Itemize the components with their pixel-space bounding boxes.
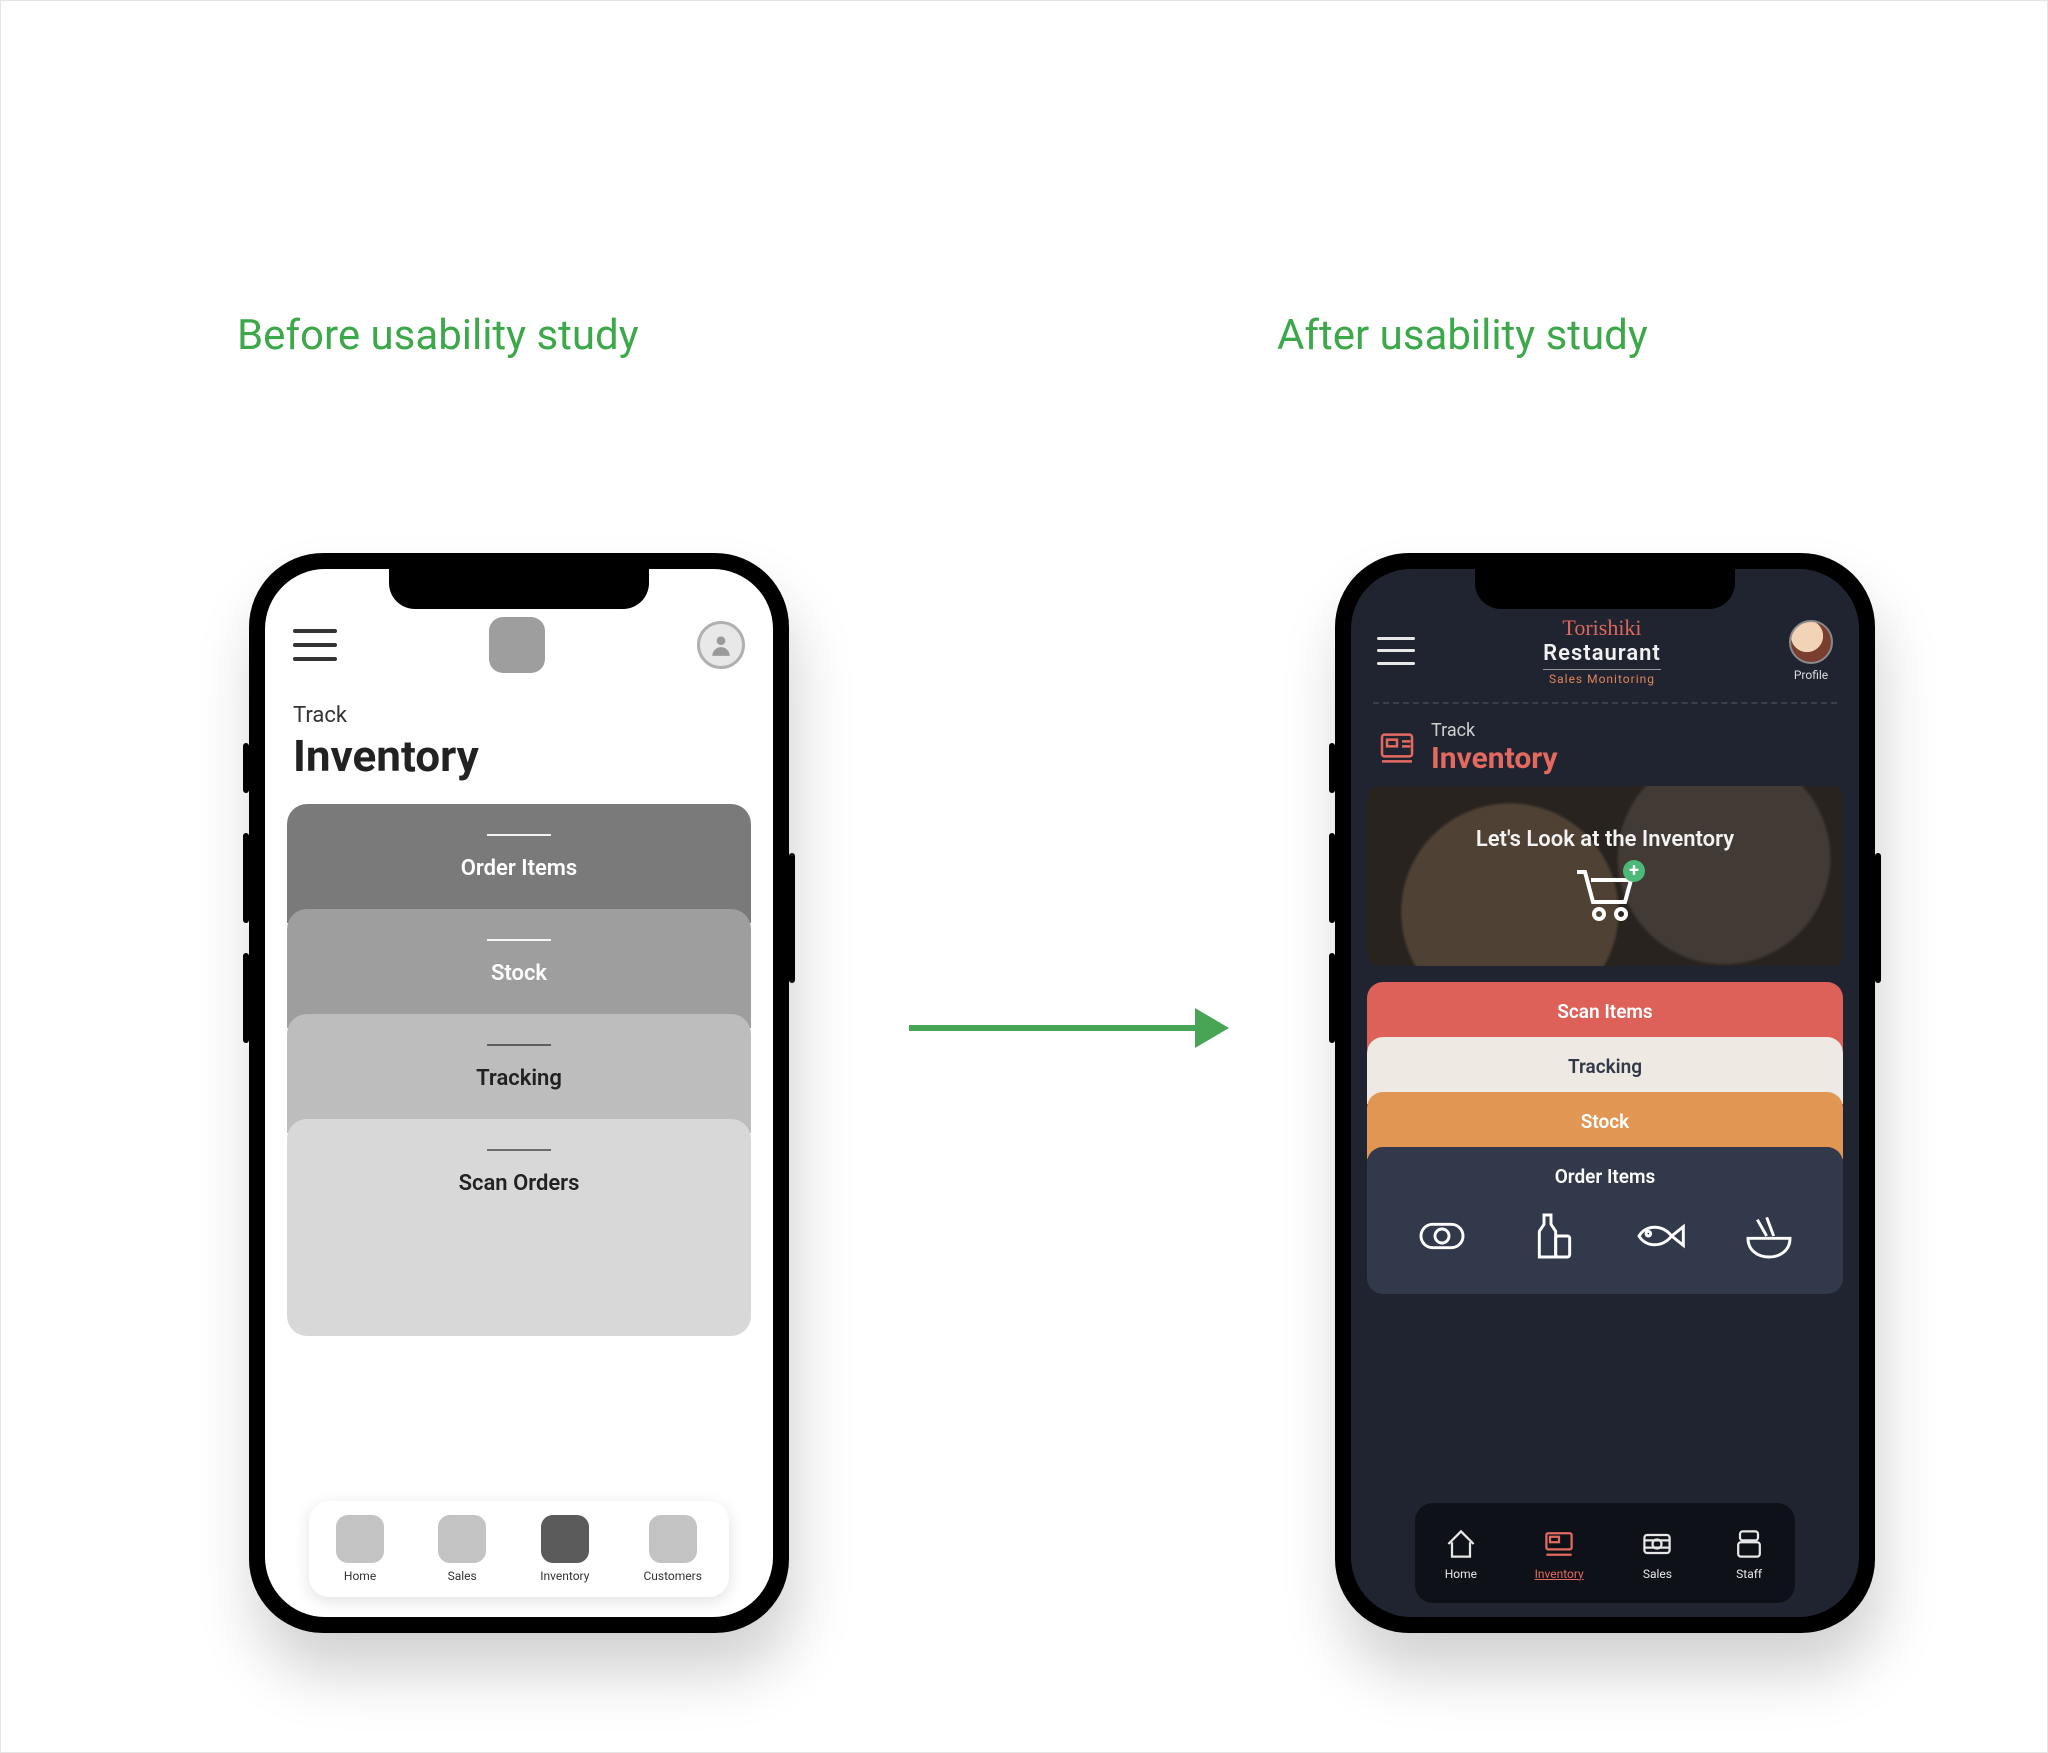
tab-label: Customers xyxy=(644,1569,702,1583)
card-scan-orders[interactable]: Scan Orders xyxy=(287,1119,751,1336)
home-icon xyxy=(1443,1526,1479,1562)
tab-label: Staff xyxy=(1736,1567,1762,1581)
brand-block: Torishiki Restaurant Sales Monitoring xyxy=(1543,615,1661,686)
before-phone-frame: Track Inventory Order Items Stock Tracki… xyxy=(249,553,789,1633)
tab-customers[interactable]: Customers xyxy=(644,1515,702,1583)
avatar[interactable] xyxy=(697,621,745,669)
card-label: Scan Items xyxy=(1367,1000,1843,1023)
plus-badge-icon: + xyxy=(1623,860,1645,882)
after-screen: Torishiki Restaurant Sales Monitoring Pr… xyxy=(1351,569,1859,1617)
tab-label: Home xyxy=(1445,1567,1477,1581)
before-caption: Before usability study xyxy=(237,311,639,360)
card-order-items[interactable]: Order Items xyxy=(1367,1147,1843,1294)
tab-home[interactable]: Home xyxy=(1443,1526,1479,1581)
bottom-tabbar: Home Inventory Sales Staff xyxy=(1415,1503,1795,1603)
card-label: Scan Orders xyxy=(287,1171,751,1196)
inventory-register-icon xyxy=(1377,728,1417,768)
bowl-icon xyxy=(1741,1208,1797,1264)
user-icon xyxy=(708,632,734,658)
hero-text: Let's Look at the Inventory xyxy=(1476,827,1734,852)
card-order-items[interactable]: Order Items xyxy=(287,804,751,923)
cart-add-icon: + xyxy=(1573,866,1637,926)
page-title-main: Inventory xyxy=(293,730,745,782)
after-phone-frame: Torishiki Restaurant Sales Monitoring Pr… xyxy=(1335,553,1875,1633)
tab-icon-placeholder xyxy=(336,1515,384,1563)
avatar xyxy=(1789,620,1833,664)
bottle-icon xyxy=(1523,1208,1579,1264)
card-label: Order Items xyxy=(1367,1165,1843,1188)
hamburger-icon[interactable] xyxy=(293,629,337,661)
hero-inventory-prompt[interactable]: Let's Look at the Inventory + xyxy=(1367,786,1843,966)
tab-icon-placeholder xyxy=(541,1515,589,1563)
tab-inventory[interactable]: Inventory xyxy=(540,1515,589,1583)
sushi-icon xyxy=(1414,1208,1470,1264)
card-label: Stock xyxy=(1367,1110,1843,1133)
tab-label: Inventory xyxy=(540,1569,589,1583)
fish-icon xyxy=(1632,1208,1688,1264)
transition-arrow xyxy=(909,1003,1229,1053)
tab-label: Inventory xyxy=(1535,1567,1584,1581)
tab-sales[interactable]: Sales xyxy=(1639,1526,1675,1581)
staff-icon xyxy=(1731,1526,1767,1562)
card-label: Tracking xyxy=(1367,1055,1843,1078)
register-icon xyxy=(1541,1526,1577,1562)
header-divider xyxy=(1373,702,1837,704)
profile-button[interactable]: Profile xyxy=(1789,620,1833,682)
page-title-main: Inventory xyxy=(1431,741,1558,776)
brand-script: Torishiki xyxy=(1543,615,1661,641)
after-caption: After usability study xyxy=(1277,311,1648,360)
tab-staff[interactable]: Staff xyxy=(1731,1526,1767,1581)
tab-sales[interactable]: Sales xyxy=(438,1515,486,1583)
brand-subtitle: Sales Monitoring xyxy=(1543,672,1661,686)
page-title: Track Inventory xyxy=(265,683,773,790)
brand-name: Restaurant xyxy=(1543,641,1661,670)
cash-icon xyxy=(1639,1526,1675,1562)
page-title: Track Inventory xyxy=(1351,712,1859,780)
before-screen: Track Inventory Order Items Stock Tracki… xyxy=(265,569,773,1617)
tab-icon-placeholder xyxy=(438,1515,486,1563)
tab-inventory[interactable]: Inventory xyxy=(1535,1526,1584,1581)
tab-label: Sales xyxy=(448,1569,477,1583)
tab-icon-placeholder xyxy=(649,1515,697,1563)
tab-home[interactable]: Home xyxy=(336,1515,384,1583)
bottom-tabbar: Home Sales Inventory Customers xyxy=(309,1501,729,1597)
hamburger-icon[interactable] xyxy=(1377,637,1415,665)
profile-label: Profile xyxy=(1794,668,1828,682)
card-label: Tracking xyxy=(287,1066,751,1091)
card-tracking[interactable]: Tracking xyxy=(287,1014,751,1133)
card-label: Order Items xyxy=(287,856,751,881)
tab-label: Home xyxy=(344,1569,376,1583)
page-title-pre: Track xyxy=(293,703,745,728)
card-stock[interactable]: Stock xyxy=(287,909,751,1028)
tab-label: Sales xyxy=(1643,1567,1672,1581)
page-title-pre: Track xyxy=(1431,720,1558,741)
card-label: Stock xyxy=(287,961,751,986)
app-logo-placeholder xyxy=(489,617,545,673)
